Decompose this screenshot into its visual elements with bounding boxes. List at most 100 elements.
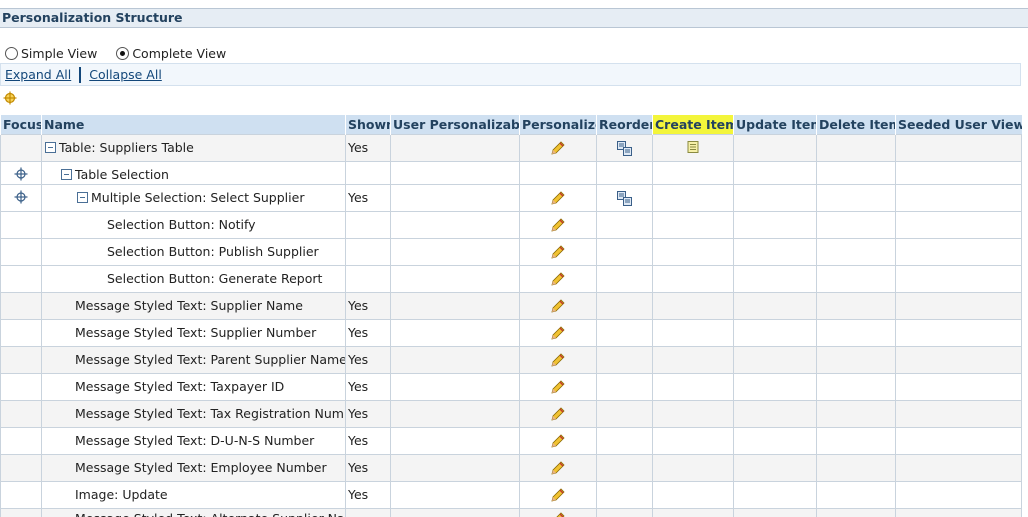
- pencil-icon[interactable]: [550, 140, 566, 156]
- personalize-cell: [519, 426, 597, 455]
- focus-cell: [0, 264, 42, 293]
- seeded-user-views-cell: [895, 399, 1022, 428]
- seeded-user-views-cell: [895, 480, 1022, 509]
- pencil-icon[interactable]: [550, 298, 566, 314]
- personalization-table: Focus Name Shown User Personalizable Per…: [0, 115, 1022, 517]
- pencil-icon[interactable]: [550, 379, 566, 395]
- create-item-cell: [652, 507, 734, 517]
- focus-cell: [0, 133, 42, 162]
- table-row: Selection Button: Notify: [0, 210, 1022, 239]
- create-item-icon[interactable]: [686, 140, 700, 154]
- delete-item-cell: [816, 133, 896, 162]
- focus-cell: [0, 345, 42, 374]
- col-update-item: Update Item: [733, 115, 817, 134]
- view-options: Simple View Complete View: [0, 44, 240, 62]
- update-item-cell: [733, 318, 817, 347]
- focus-icon[interactable]: [14, 190, 28, 204]
- pencil-icon[interactable]: [550, 460, 566, 476]
- reorder-cell: [596, 399, 653, 428]
- reorder-cell: [596, 237, 653, 266]
- pencil-icon[interactable]: [550, 406, 566, 422]
- name-cell: Table Selection: [41, 160, 346, 185]
- pencil-icon[interactable]: [550, 433, 566, 449]
- pencil-icon[interactable]: [550, 511, 566, 517]
- create-item-cell: [652, 183, 734, 212]
- reorder-cell: [596, 183, 653, 212]
- complete-view-label: Complete View: [132, 45, 227, 61]
- col-name: Name: [41, 115, 346, 134]
- delete-item-cell: [816, 291, 896, 320]
- collapse-icon[interactable]: [77, 191, 88, 203]
- reorder-cell: [596, 133, 653, 162]
- delete-item-cell: [816, 372, 896, 401]
- pencil-icon[interactable]: [550, 487, 566, 503]
- update-item-cell: [733, 237, 817, 266]
- focus-root-icon[interactable]: [3, 91, 17, 105]
- reorder-cell: [596, 453, 653, 482]
- pencil-icon[interactable]: [550, 325, 566, 341]
- col-seeded-user-views: Seeded User Views: [895, 115, 1022, 134]
- delete-item-cell: [816, 160, 896, 185]
- user-personalizable-cell: [390, 480, 520, 509]
- user-personalizable-cell: [390, 291, 520, 320]
- table-row: Message Styled Text: Taxpayer ID Yes: [0, 372, 1022, 401]
- pencil-icon[interactable]: [550, 244, 566, 260]
- seeded-user-views-cell: [895, 426, 1022, 455]
- shown-cell: Yes: [345, 318, 391, 347]
- name-cell: Selection Button: Notify: [41, 210, 346, 239]
- create-item-cell: [652, 133, 734, 162]
- user-personalizable-cell: [390, 399, 520, 428]
- expand-all-link[interactable]: Expand All: [5, 67, 71, 82]
- collapse-icon[interactable]: [45, 141, 56, 153]
- user-personalizable-cell: [390, 345, 520, 374]
- shown-cell: [345, 237, 391, 266]
- complete-view-radio[interactable]: Complete View: [111, 46, 226, 61]
- name-cell: Multiple Selection: Select Supplier: [41, 183, 346, 212]
- complete-view-radio-circle[interactable]: [116, 46, 130, 60]
- pencil-icon[interactable]: [550, 190, 566, 206]
- reorder-cell: [596, 480, 653, 509]
- seeded-user-views-cell: [895, 160, 1022, 185]
- name-cell: Message Styled Text: Employee Number: [41, 453, 346, 482]
- name-cell: Message Styled Text: Supplier Number: [41, 318, 346, 347]
- pencil-icon[interactable]: [550, 217, 566, 233]
- reorder-icon[interactable]: [616, 140, 633, 157]
- personalize-cell: [519, 237, 597, 266]
- seeded-user-views-cell: [895, 345, 1022, 374]
- create-item-cell: [652, 480, 734, 509]
- pencil-icon[interactable]: [550, 271, 566, 287]
- collapse-icon[interactable]: [61, 168, 72, 180]
- personalize-cell: [519, 133, 597, 162]
- collapse-all-link[interactable]: Collapse All: [89, 67, 162, 82]
- seeded-user-views-cell: [895, 237, 1022, 266]
- simple-view-radio[interactable]: Simple View: [0, 46, 97, 61]
- name-cell: Message Styled Text: Parent Supplier Nam…: [41, 345, 346, 374]
- reorder-icon[interactable]: [616, 190, 633, 207]
- link-separator: [79, 66, 82, 83]
- personalize-cell: [519, 372, 597, 401]
- shown-cell: Yes: [345, 372, 391, 401]
- table-row: Image: Update Yes: [0, 480, 1022, 509]
- simple-view-radio-circle[interactable]: [5, 46, 18, 60]
- delete-item-cell: [816, 318, 896, 347]
- focus-cell: [0, 426, 42, 455]
- seeded-user-views-cell: [895, 264, 1022, 293]
- reorder-cell: [596, 372, 653, 401]
- name-cell: Message Styled Text: Tax Registration Nu…: [41, 399, 346, 428]
- reorder-cell: [596, 264, 653, 293]
- focus-icon[interactable]: [14, 167, 28, 181]
- seeded-user-views-cell: [895, 183, 1022, 212]
- table-row: Message Styled Text: Employee Number Yes: [0, 453, 1022, 482]
- focus-cell: [0, 183, 42, 212]
- update-item-cell: [733, 183, 817, 212]
- col-delete-item: Delete Item: [816, 115, 896, 134]
- row-name: Table: Suppliers Table: [59, 139, 194, 155]
- col-create-item: Create Item: [652, 115, 734, 134]
- shown-cell: Yes: [345, 453, 391, 482]
- focus-cell: [0, 399, 42, 428]
- pencil-icon[interactable]: [550, 352, 566, 368]
- focus-cell: [0, 453, 42, 482]
- row-name: Table Selection: [75, 166, 169, 182]
- table-row: Message Styled Text: Supplier Number Yes: [0, 318, 1022, 347]
- col-focus: Focus: [0, 115, 42, 134]
